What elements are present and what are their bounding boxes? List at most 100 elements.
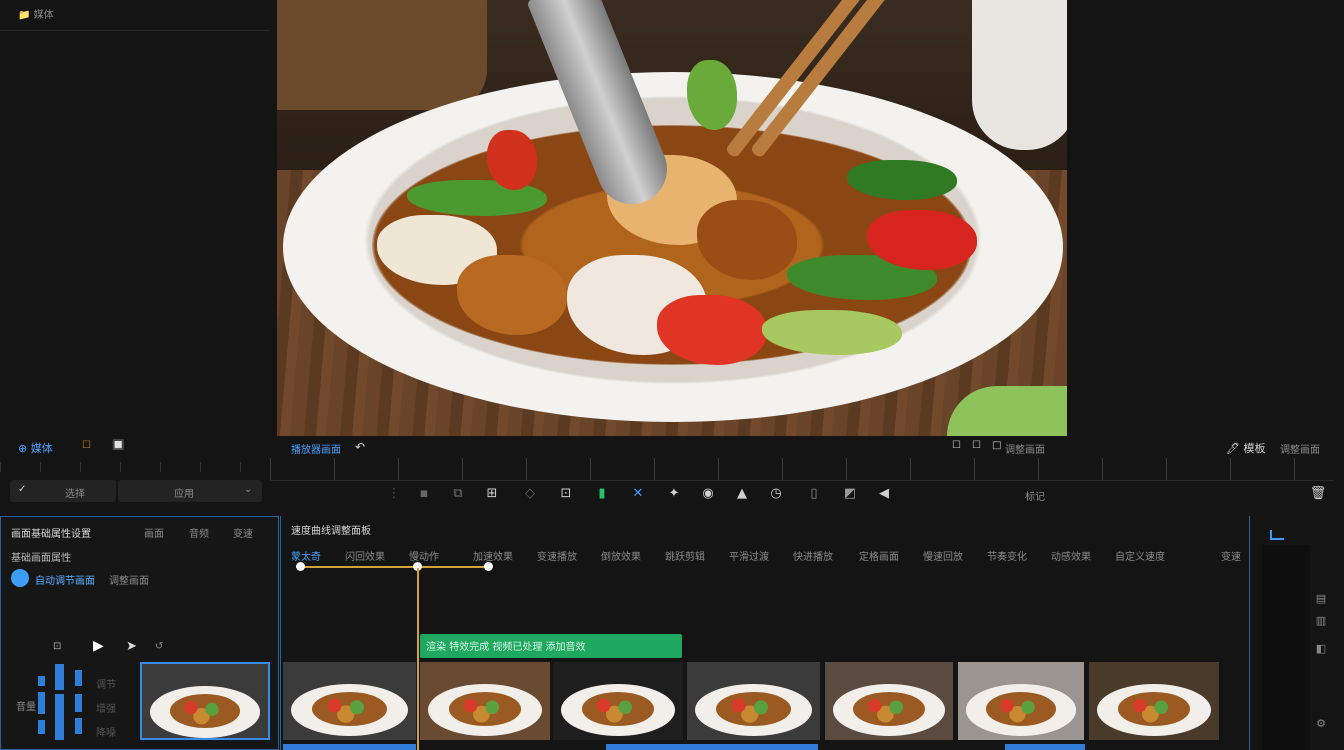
timer-icon[interactable]: ◷ [767,485,785,503]
thumbnail[interactable] [958,662,1084,740]
play-icon[interactable]: ▶ [93,638,104,654]
mirror-icon[interactable]: ◇ [521,485,539,503]
volume-label: 音量 [16,702,36,713]
frame-icon[interactable]: ☐ [82,440,91,451]
speed-curve-line[interactable] [300,566,488,568]
mini-ruler [0,462,270,472]
level-bar [75,670,82,686]
next-icon[interactable]: ➤ [126,639,137,654]
split-icon[interactable]: ⋮ [385,485,403,503]
segment-label[interactable]: 跳跃剪辑 [665,548,705,563]
select-field[interactable]: ✓ 选择 [10,480,116,502]
adjust-right-label[interactable]: 调整画面 [1280,441,1320,456]
thumbnail[interactable] [687,662,820,740]
playhead[interactable] [417,568,419,750]
auto-adjust-label: 自动调节画面 [35,576,95,587]
segment-label[interactable]: 蒙太奇 [291,548,321,563]
effect-clip[interactable]: 渲染 特效完成 视频已处理 添加音效 [420,634,682,658]
thumbnail[interactable] [283,662,416,740]
level-bar [38,720,45,734]
thumbnail[interactable] [825,662,953,740]
trim-icon[interactable]: ⧉ [449,485,467,503]
cutout-icon[interactable]: ◩ [841,485,859,503]
level-bar [38,692,45,714]
frame-icon[interactable]: ⊡ [53,641,61,652]
loop-icon[interactable]: ↺ [155,641,163,652]
apply-label: 应用 [174,489,194,500]
meter-label: 调节 [96,680,116,691]
curve-point[interactable] [296,562,305,571]
keyframe-icon[interactable]: ▮ [593,485,611,503]
adjust-label[interactable]: 调整画面 [1005,441,1045,456]
segment-label[interactable]: 定格画面 [859,548,899,563]
marker-label[interactable]: 标记 [1025,488,1045,503]
audio-icon[interactable]: ◀ [875,485,893,503]
lock-icon[interactable]: ▥ [1312,612,1330,630]
segment-label[interactable]: 动感效果 [1051,548,1091,563]
segment-label[interactable]: 变速播放 [537,548,577,563]
delete-icon[interactable]: 🗑 [1309,485,1327,503]
segment-label[interactable]: 闪回效果 [345,548,385,563]
eye-icon[interactable]: ◧ [1312,640,1330,658]
freeze-icon[interactable]: ⊡ [557,485,575,503]
track-strip [1005,744,1085,750]
segment-label[interactable]: 慢动作 [409,548,439,563]
undo-icon[interactable]: ↶ [355,440,365,454]
crop-icon[interactable]: ⊞ [483,485,501,503]
thumbnail[interactable] [1089,662,1219,740]
color-icon[interactable]: ◉ [699,485,717,503]
media-header[interactable]: 📁 媒体 [18,6,54,21]
level-bar [38,676,45,686]
background-bowl [277,0,487,110]
player-tab[interactable]: 播放器画面 [291,441,341,456]
settings-icon[interactable]: ⚙ [1312,715,1330,733]
video-preview[interactable] [277,0,1067,436]
triangle-icon[interactable]: ▲ [733,485,751,503]
tab-speed[interactable]: 变速 [233,525,253,540]
corner-icon[interactable] [1270,530,1284,540]
copy-icon[interactable]: ▪ [415,485,433,503]
crop-icon[interactable]: 🔲 [112,440,124,451]
template-tab[interactable]: 🖊 模板 [1226,440,1265,456]
track-strip [606,744,818,750]
segment-label[interactable]: 慢速回放 [923,548,963,563]
meter-label: 增强 [96,704,116,715]
segment-label[interactable]: 快进播放 [793,548,833,563]
segment-label[interactable]: 倒放效果 [601,548,641,563]
tab-video[interactable]: 画面 [144,525,164,540]
segment-label[interactable]: 节奏变化 [987,548,1027,563]
segment-label[interactable]: 变速 [1221,548,1241,563]
check-icon: ✓ [18,484,27,495]
media-tab[interactable]: ⊕ 媒体 [18,440,53,456]
thumbnail[interactable] [140,662,270,740]
fullscreen-icon[interactable]: □ [992,440,1001,451]
apply-dropdown[interactable]: 应用 ⌄ [118,480,262,502]
adjust-option[interactable]: 调整画面 [109,572,149,587]
ratio-icon[interactable]: ☐ [972,440,981,451]
panel-title: 画面基础属性设置 [11,529,91,540]
mask-icon[interactable]: ▯ [805,485,823,503]
clip-label: 渲染 特效完成 视频已处理 添加音效 [426,642,586,653]
sparkle-icon[interactable]: ✦ [665,485,683,503]
curve-point[interactable] [484,562,493,571]
segment-label[interactable]: 加速效果 [473,548,513,563]
thumbnail[interactable] [420,662,550,740]
edit-toolbar: ⋮ ▪ ⧉ ⊞ ◇ ⊡ ▮ ✕ ✦ ◉ ▲ ◷ ▯ ◩ ◀ 标记 🗑 [385,485,1327,507]
auto-toggle[interactable] [11,569,29,587]
segment-label[interactable]: 平滑过渡 [729,548,769,563]
side-meter [1262,545,1310,750]
select-label: 选择 [65,489,85,500]
timeline-ruler[interactable] [270,458,1334,481]
track-title: 速度曲线调整面板 [291,526,371,537]
tab-audio[interactable]: 音频 [189,525,209,540]
magic-icon[interactable]: ✕ [629,485,647,503]
chevron-down-icon: ⌄ [244,484,253,495]
track-strip [283,744,416,750]
level-bar [55,664,64,690]
fit-icon[interactable]: ☐ [952,440,961,451]
segment-label[interactable]: 自定义速度 [1115,548,1165,563]
thumbnail[interactable] [553,662,683,740]
level-bar [55,694,64,740]
section-label: 基础画面属性 [11,553,71,564]
layer-icon[interactable]: ▤ [1312,590,1330,608]
